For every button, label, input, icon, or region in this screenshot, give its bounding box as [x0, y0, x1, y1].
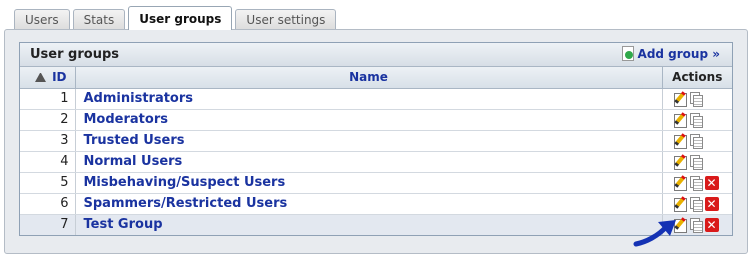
group-name-link[interactable]: Misbehaving/Suspect Users — [84, 175, 286, 190]
table-row: 2 Moderators — [20, 109, 732, 131]
tab-stats[interactable]: Stats — [72, 9, 126, 30]
edit-icon[interactable] — [673, 113, 687, 128]
tab-user-settings[interactable]: User settings — [235, 9, 337, 30]
delete-icon[interactable]: ✕ — [704, 196, 719, 211]
pointer-arrow-annotation — [633, 220, 676, 247]
actions-cell — [662, 109, 732, 131]
table-row: 4 Normal Users — [20, 151, 732, 173]
edit-icon[interactable] — [673, 197, 687, 212]
group-name-link[interactable]: Trusted Users — [84, 133, 185, 148]
table-row: 7 Test Group ✕ — [20, 214, 732, 235]
edit-icon[interactable] — [673, 134, 687, 149]
delete-icon[interactable]: ✕ — [704, 217, 719, 232]
group-id: 7 — [20, 214, 76, 235]
tab-users[interactable]: Users — [14, 9, 70, 30]
delete-icon[interactable]: ✕ — [704, 175, 719, 190]
group-id: 6 — [20, 193, 76, 215]
group-id: 3 — [20, 130, 76, 152]
actions-cell: ✕ — [662, 193, 732, 215]
name-column-header[interactable]: Name — [75, 67, 663, 89]
user-groups-table: ID Name Actions 1 Administrators 2 Moderato… — [20, 67, 732, 235]
group-name-cell: Trusted Users — [75, 130, 663, 152]
table-header-row: ID Name Actions — [20, 67, 732, 89]
group-name-link[interactable]: Moderators — [84, 112, 168, 127]
group-name-cell: Misbehaving/Suspect Users — [75, 172, 663, 194]
box-title: User groups — [30, 47, 119, 62]
group-name-link[interactable]: Spammers/Restricted Users — [84, 196, 288, 211]
id-column-header[interactable]: ID — [20, 67, 76, 89]
group-name-link[interactable]: Normal Users — [84, 154, 183, 169]
group-id: 1 — [20, 88, 76, 110]
add-group-label: Add group » — [637, 46, 720, 61]
group-id: 5 — [20, 172, 76, 194]
table-row: 5 Misbehaving/Suspect Users ✕ — [20, 172, 732, 194]
group-name-cell: Test Group — [75, 214, 663, 235]
edit-icon[interactable] — [673, 176, 687, 191]
copy-icon[interactable] — [689, 133, 703, 149]
copy-icon[interactable] — [689, 217, 703, 233]
group-name-cell: Administrators — [75, 88, 663, 110]
box-header: User groups Add group » — [20, 43, 732, 67]
group-name-link[interactable]: Test Group — [84, 217, 163, 232]
copy-icon[interactable] — [689, 91, 703, 107]
group-id: 2 — [20, 109, 76, 131]
group-name-cell: Moderators — [75, 109, 663, 131]
user-groups-box: User groups Add group » ID Name Actions … — [19, 42, 733, 236]
copy-icon[interactable] — [689, 175, 703, 191]
add-group-button[interactable]: Add group » — [621, 46, 720, 61]
group-name-cell: Spammers/Restricted Users — [75, 193, 663, 215]
actions-cell: ✕ — [662, 172, 732, 194]
tab-user-groups[interactable]: User groups — [128, 6, 233, 30]
add-document-icon — [621, 46, 634, 61]
edit-icon[interactable] — [673, 92, 687, 107]
edit-icon[interactable] — [673, 155, 687, 170]
table-row: 3 Trusted Users — [20, 130, 732, 152]
tab-bar: Users Stats User groups User settings — [14, 6, 339, 30]
actions-cell — [662, 88, 732, 110]
table-row: 6 Spammers/Restricted Users ✕ — [20, 193, 732, 215]
copy-icon[interactable] — [689, 154, 703, 170]
copy-icon[interactable] — [689, 112, 703, 128]
actions-column-header: Actions — [662, 67, 732, 89]
sort-ascending-icon — [35, 73, 47, 83]
group-name-cell: Normal Users — [75, 151, 663, 173]
actions-cell — [662, 151, 732, 173]
group-id: 4 — [20, 151, 76, 173]
id-header-label: ID — [52, 70, 67, 85]
copy-icon[interactable] — [689, 196, 703, 212]
group-name-link[interactable]: Administrators — [84, 91, 194, 106]
actions-cell — [662, 130, 732, 152]
table-row: 1 Administrators — [20, 88, 732, 110]
